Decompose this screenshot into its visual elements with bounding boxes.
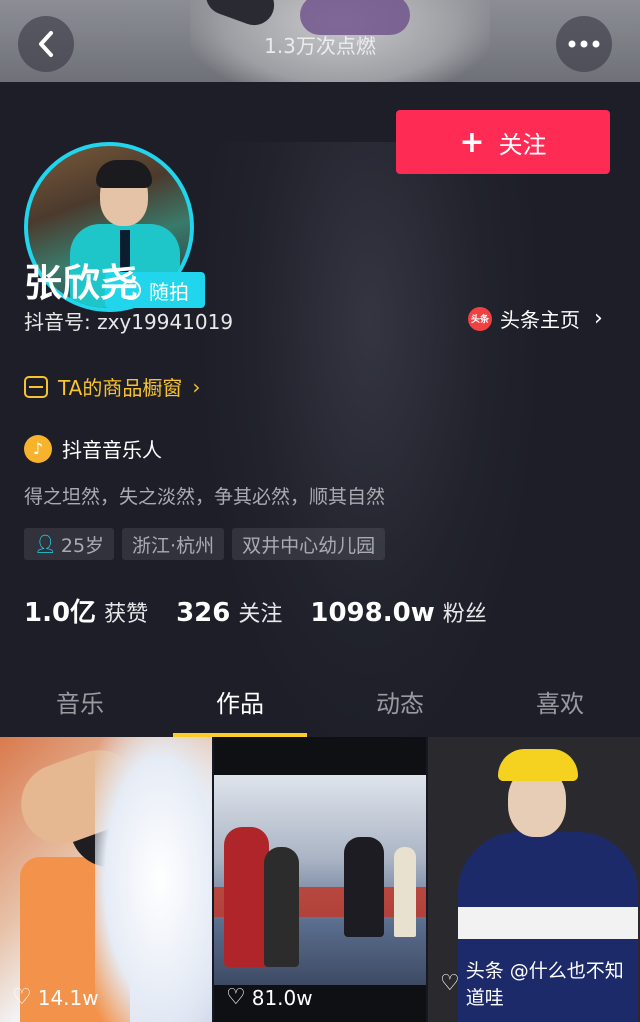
tab-likes[interactable]: 喜欢 xyxy=(480,682,640,737)
shop-window-link[interactable]: TA的商品橱窗 › xyxy=(24,372,200,401)
stat-likes: 1.0亿 获赞 xyxy=(24,598,149,628)
background-figure xyxy=(205,142,535,737)
heart-icon: ♡ xyxy=(440,970,460,996)
video-watermark: ♡ 头条 @什么也不知道哇 xyxy=(440,960,624,1009)
tag-age: 👤︎ 25岁 xyxy=(24,528,115,560)
toutiao-homepage-link[interactable]: 头条 头条主页 › xyxy=(468,304,603,333)
cover-banner: 1.3万次点燃 xyxy=(0,0,640,82)
video-thumbnail[interactable]: ♡ 14.1w xyxy=(0,737,212,1022)
shop-icon xyxy=(24,375,48,398)
shop-link-label: TA的商品橱窗 xyxy=(58,376,183,400)
music-badge-label: 抖音音乐人 xyxy=(62,438,162,462)
tab-activity[interactable]: 动态 xyxy=(320,682,480,737)
video-thumbnail[interactable]: ♡ 头条 @什么也不知道哇 xyxy=(428,737,640,1022)
tag-school: 双井中心幼儿园 xyxy=(232,528,386,560)
stat-followers[interactable]: 1098.0w 粉丝 xyxy=(310,596,486,628)
person-icon: 👤︎ xyxy=(34,533,57,555)
profile-stats: 1.0亿 获赞 326 关注 1098.0w 粉丝 xyxy=(24,592,487,629)
profile-name: 张欣尧 xyxy=(24,261,139,305)
stat-following[interactable]: 326 关注 xyxy=(176,596,282,628)
music-creator-badge: ♪ 抖音音乐人 xyxy=(24,434,162,463)
tab-works[interactable]: 作品 xyxy=(160,682,320,737)
back-arrow-icon xyxy=(39,31,53,57)
profile-section: 随拍 + 关注 张欣尧 抖音号: zxy19941019 头条 头条主页 › T… xyxy=(0,82,640,737)
heat-count: 1.3万次点燃 xyxy=(264,34,376,58)
chevron-right-icon: › xyxy=(192,374,201,399)
toutiao-link-label: 头条主页 xyxy=(500,308,580,332)
bio: 得之坦然，失之淡然，争其必然，顺其自然 xyxy=(24,486,386,508)
follow-button[interactable]: + 关注 xyxy=(396,110,610,174)
toutiao-logo-icon: 头条 xyxy=(468,306,492,331)
video-thumbnail[interactable]: ♡ 81.0w xyxy=(214,737,426,1022)
follow-button-label: 关注 xyxy=(498,130,547,159)
chevron-right-icon: › xyxy=(594,306,603,331)
tag-location: 浙江·杭州 xyxy=(122,528,225,560)
video-like-count: ♡ 14.1w xyxy=(12,985,99,1010)
more-button[interactable] xyxy=(556,16,612,72)
profile-tabs: 音乐 作品 动态 喜欢 xyxy=(0,682,640,737)
heart-icon: ♡ xyxy=(226,985,246,1010)
back-button[interactable] xyxy=(18,16,74,72)
avatar-badge-label: 随拍 xyxy=(149,279,189,304)
profile-tags: 👤︎ 25岁 浙江·杭州 双井中心幼儿园 xyxy=(24,528,386,560)
plus-icon: + xyxy=(459,124,485,160)
video-like-count: ♡ 81.0w xyxy=(226,985,313,1010)
heart-icon: ♡ xyxy=(12,985,32,1010)
more-dots-icon xyxy=(568,40,600,48)
tab-music[interactable]: 音乐 xyxy=(0,682,160,737)
douyin-id: 抖音号: zxy19941019 xyxy=(24,310,234,334)
music-note-icon: ♪ xyxy=(24,434,52,463)
video-grid: ♡ 14.1w ♡ 81.0w ♡ 头条 @什么也不知道哇 xyxy=(0,737,640,1022)
